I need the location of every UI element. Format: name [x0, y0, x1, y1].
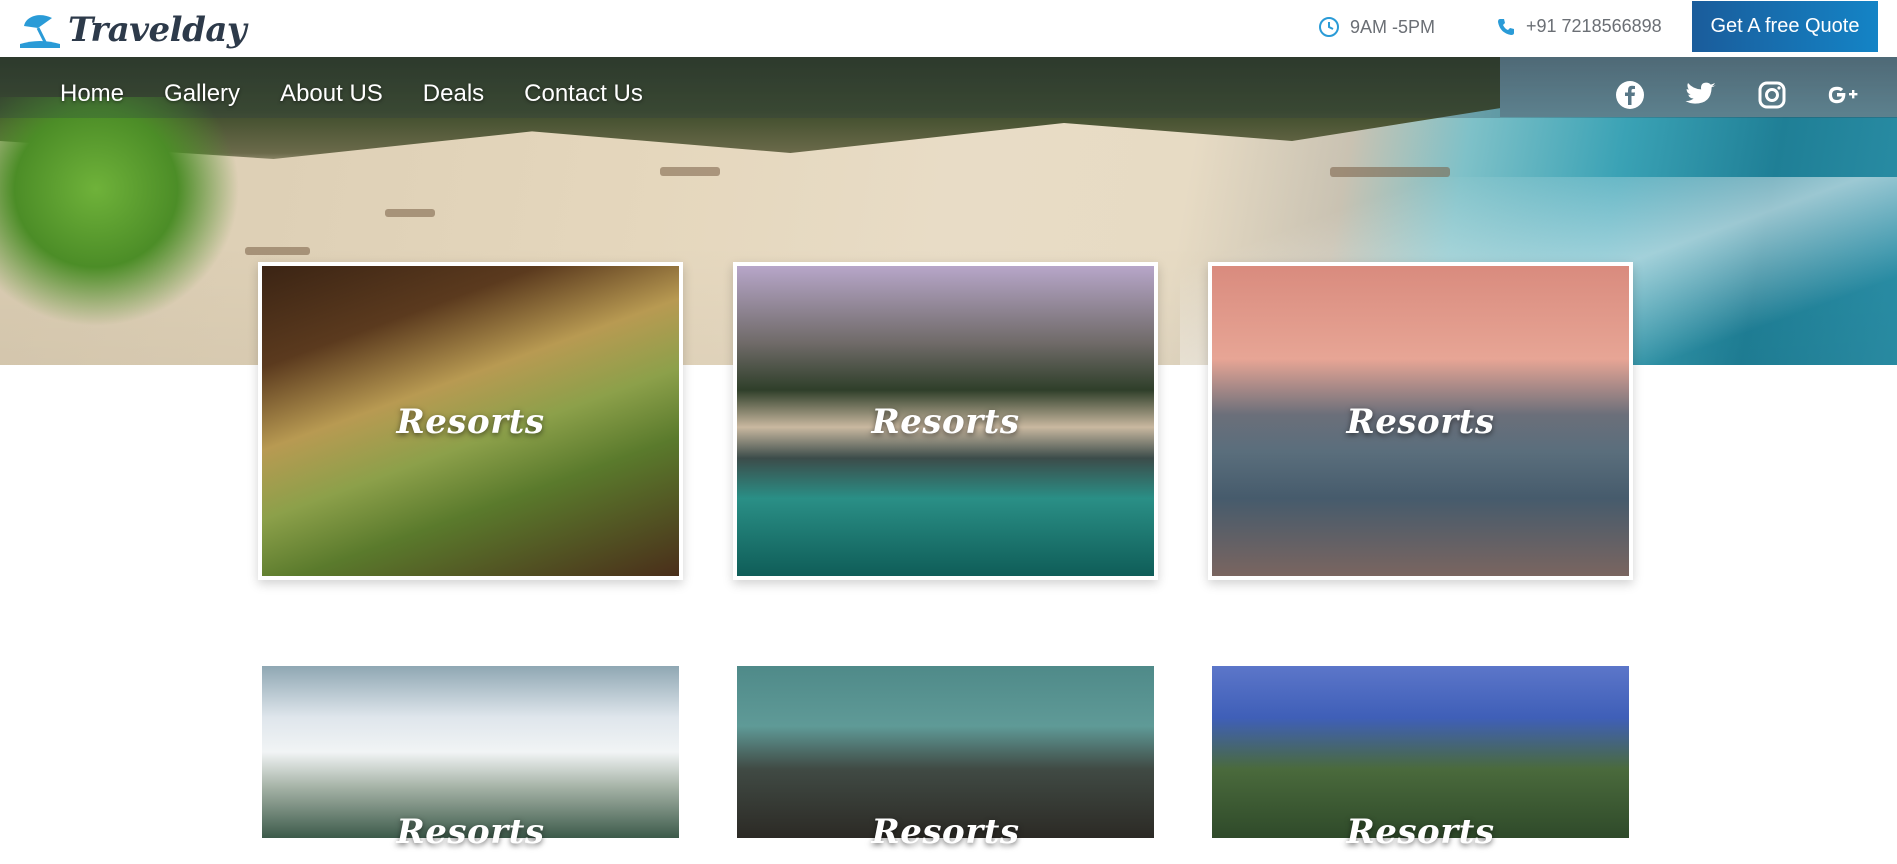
social-links: [1614, 79, 1897, 111]
nav-gallery[interactable]: Gallery: [164, 80, 240, 108]
business-hours: 9AM -5PM: [1318, 16, 1435, 38]
resort-card-label: Resorts: [1346, 402, 1495, 442]
google-plus-icon[interactable]: [1827, 79, 1859, 111]
beach-umbrella-icon: [20, 15, 60, 48]
phone-icon: [1498, 18, 1514, 35]
resort-card-label: Resorts: [1346, 812, 1495, 852]
resort-card[interactable]: Resorts: [733, 662, 1158, 852]
nav-deals[interactable]: Deals: [423, 80, 484, 108]
phone-contact[interactable]: +91 7218566898: [1496, 16, 1662, 37]
resort-card[interactable]: Resorts: [733, 262, 1158, 580]
top-bar: Travelday 9AM -5PM +91 7218566898 Get A …: [0, 0, 1897, 57]
resort-card[interactable]: Resorts: [258, 662, 683, 852]
hero-driftwood: [245, 247, 310, 255]
clock-icon: [1319, 17, 1339, 37]
resort-card-label: Resorts: [871, 812, 1020, 852]
hours-text: 9AM -5PM: [1350, 16, 1436, 37]
hero-leaves: [0, 97, 240, 327]
twitter-icon[interactable]: [1685, 79, 1717, 111]
instagram-icon[interactable]: [1756, 79, 1788, 111]
main-nav: Home Gallery About US Deals Contact Us: [60, 80, 683, 108]
resort-card-label: Resorts: [871, 402, 1020, 442]
resort-card[interactable]: Resorts: [1208, 662, 1633, 852]
resort-card-label: Resorts: [396, 402, 545, 442]
phone-text: +91 7218566898: [1526, 16, 1662, 36]
nav-contact-us[interactable]: Contact Us: [524, 80, 643, 108]
hero-driftwood: [385, 209, 435, 217]
hero-driftwood: [660, 167, 720, 176]
logo[interactable]: Travelday: [18, 8, 247, 52]
resort-card[interactable]: Resorts: [258, 262, 683, 580]
get-quote-button[interactable]: Get A free Quote: [1692, 1, 1878, 52]
resort-card-label: Resorts: [396, 812, 545, 852]
resort-card[interactable]: Resorts: [1208, 262, 1633, 580]
facebook-icon[interactable]: [1614, 79, 1646, 111]
nav-home[interactable]: Home: [60, 80, 124, 108]
hero-rocks: [1330, 167, 1450, 177]
nav-about-us[interactable]: About US: [280, 80, 383, 108]
brand-name: Travelday: [68, 10, 247, 50]
